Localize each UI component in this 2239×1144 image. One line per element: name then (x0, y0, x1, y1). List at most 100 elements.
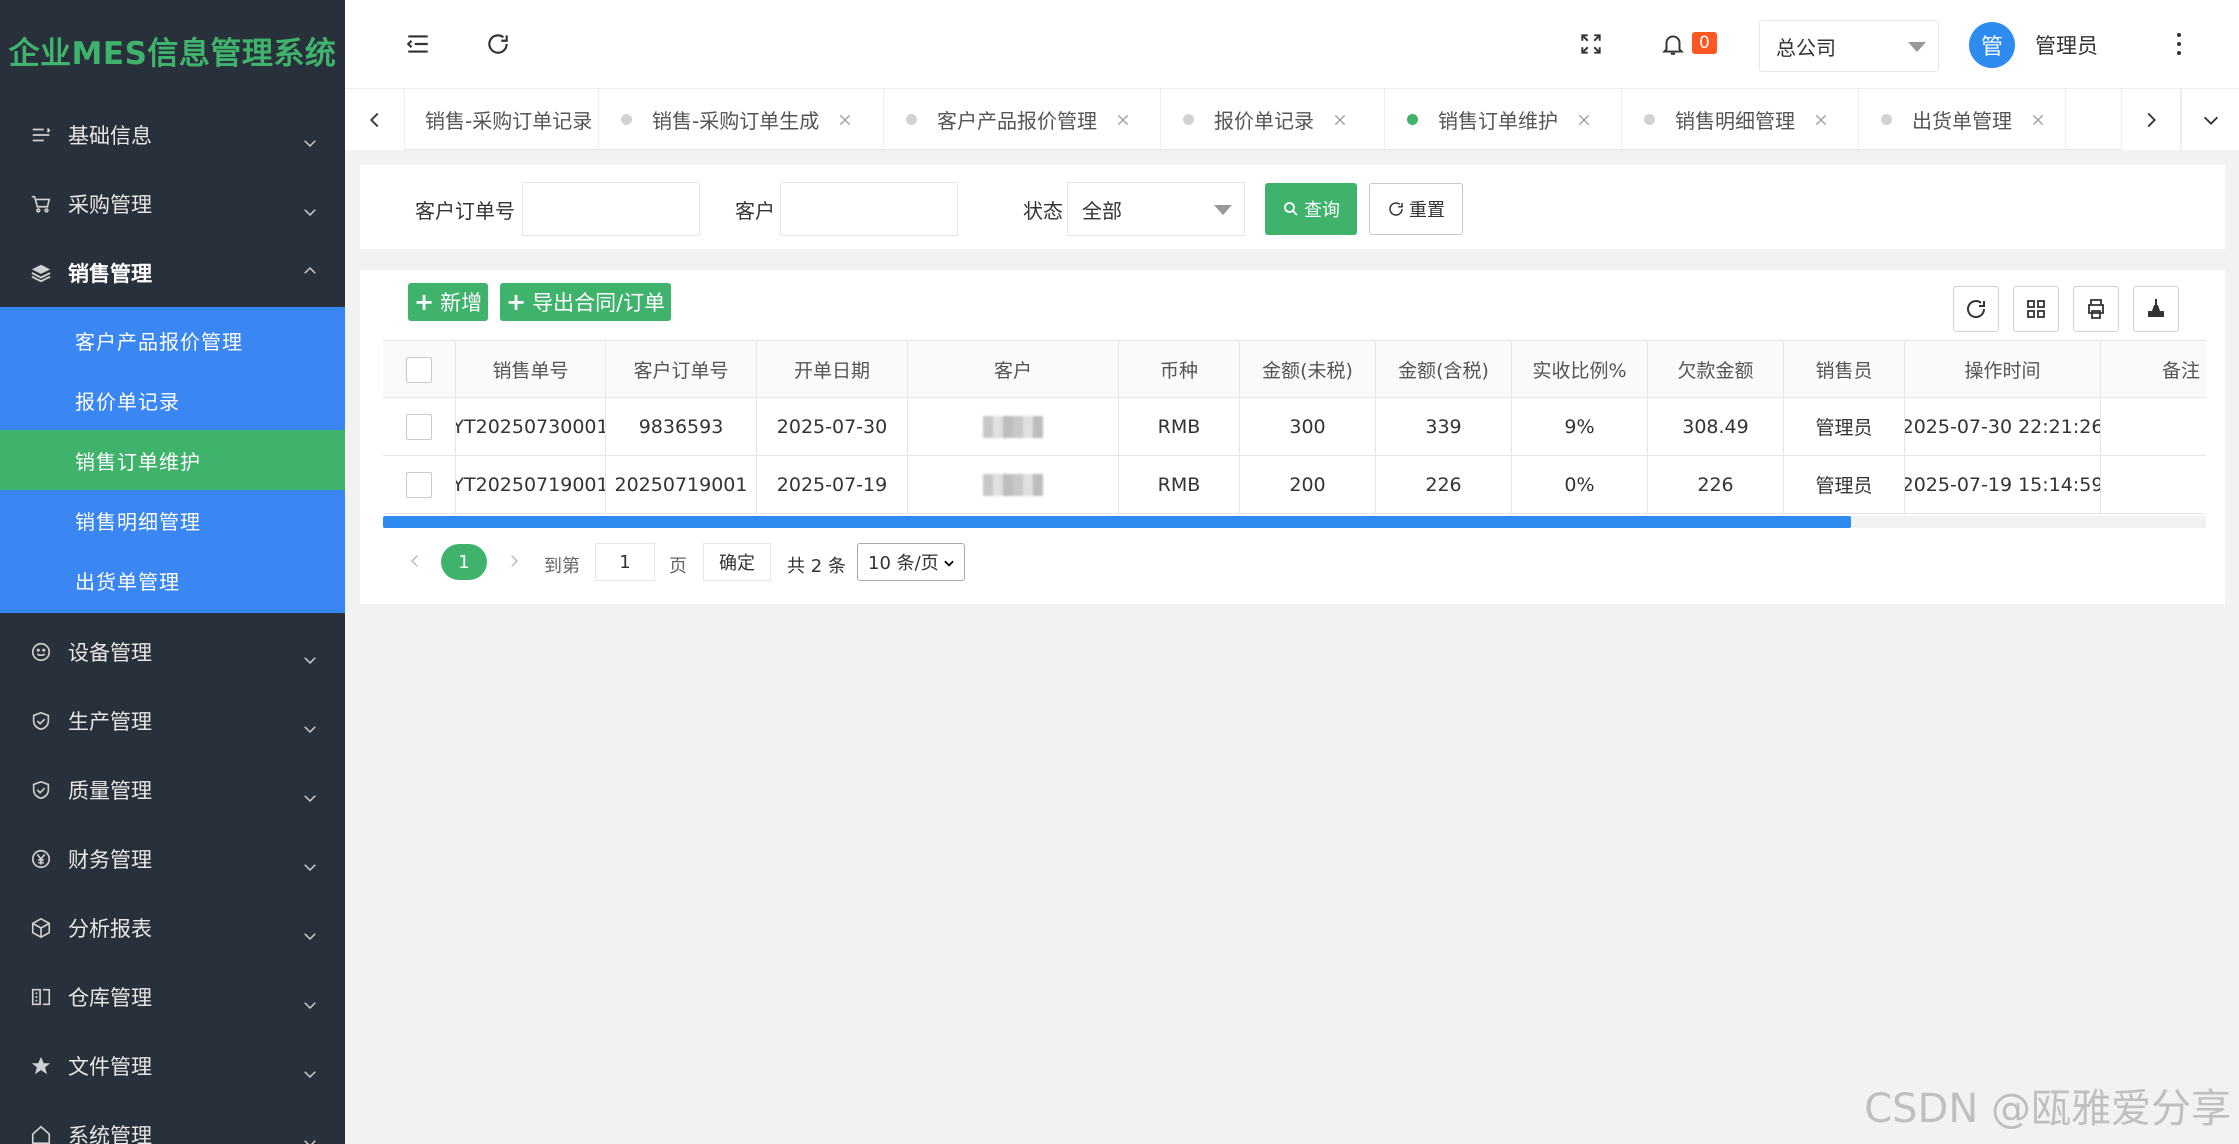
export-button[interactable] (2133, 286, 2179, 332)
column-header[interactable]: 备注 (2101, 341, 2206, 398)
table-header-row: 销售单号 客户订单号 开单日期 客户 币种 金额(未税) 金额(含税) 实收比例… (383, 340, 2206, 398)
column-header[interactable]: 客户 (908, 341, 1119, 398)
cell-amount-inc-tax: 226 (1376, 456, 1512, 513)
tab-sales-purchase-generate[interactable]: 销售-采购订单生成 (599, 89, 884, 150)
cell-amount-ex-tax: 200 (1240, 456, 1376, 513)
scrollbar-thumb[interactable] (383, 516, 1851, 528)
close-icon[interactable] (837, 112, 853, 128)
close-icon[interactable] (1332, 112, 1348, 128)
chevron-down-icon (304, 1002, 316, 1010)
shield-icon (30, 710, 52, 732)
refresh-page-button[interactable] (480, 26, 516, 62)
cell-customer (908, 398, 1119, 455)
sidebar-item-files[interactable]: 文件管理 (0, 1031, 345, 1100)
table-row[interactable]: YT20250730001 9836593 2025-07-30 RMB 300… (383, 398, 2206, 456)
submenu-item-quote-records[interactable]: 报价单记录 (0, 370, 345, 430)
close-icon[interactable] (1813, 112, 1829, 128)
sidebar-item-warehouse[interactable]: 仓库管理 (0, 962, 345, 1031)
cell-amount-ex-tax: 300 (1240, 398, 1376, 455)
goto-confirm-button[interactable]: 确定 (703, 543, 771, 581)
tab-sales-order[interactable]: 销售订单维护 (1385, 89, 1622, 150)
company-select[interactable]: 总公司 (1759, 20, 1939, 72)
submenu-item-sales-detail[interactable]: 销售明细管理 (0, 490, 345, 550)
sidebar-item-equipment[interactable]: 设备管理 (0, 617, 345, 686)
column-header[interactable]: 客户订单号 (606, 341, 757, 398)
sidebar-item-label: 质量管理 (68, 778, 152, 803)
sidebar: 企业MES信息管理系统 基础信息 采购管理 销售管理 客户产品报价管理 报价单记… (0, 0, 345, 1144)
customer-input[interactable] (780, 182, 958, 236)
tab-quote-management[interactable]: 客户产品报价管理 (884, 89, 1161, 150)
page-size-select[interactable]: 10 条/页 (857, 543, 965, 581)
column-header[interactable]: 开单日期 (757, 341, 908, 398)
notification-button[interactable] (1655, 26, 1691, 62)
column-header[interactable]: 销售单号 (456, 341, 606, 398)
chevron-right-icon (511, 555, 519, 567)
tab-sales-detail[interactable]: 销售明细管理 (1622, 89, 1859, 150)
close-icon[interactable] (1576, 112, 1592, 128)
row-checkbox[interactable] (406, 413, 432, 440)
column-header[interactable]: 欠款金额 (1648, 341, 1784, 398)
tab-scroll-right-button[interactable] (2121, 89, 2181, 150)
submenu-item-quote-management[interactable]: 客户产品报价管理 (0, 310, 345, 370)
column-header[interactable]: 金额(未税) (1240, 341, 1376, 398)
chevron-down-icon (304, 933, 316, 941)
tab-dot (906, 114, 917, 125)
tab-shipping[interactable]: 出货单管理 (1859, 89, 2066, 150)
column-header[interactable]: 销售员 (1784, 341, 1905, 398)
collapse-menu-button[interactable] (400, 26, 436, 62)
status-label: 状态 (1023, 199, 1063, 223)
add-button[interactable]: + 新增 (408, 283, 489, 321)
reset-button[interactable]: 重置 (1369, 183, 1463, 235)
more-dot (2177, 42, 2181, 46)
username[interactable]: 管理员 (2035, 30, 2098, 60)
select-all-checkbox[interactable] (406, 356, 432, 383)
sidebar-item-basic-info[interactable]: 基础信息 (0, 100, 345, 169)
table-refresh-button[interactable] (1953, 286, 1999, 332)
goto-page-input[interactable]: 1 (595, 543, 655, 581)
sidebar-item-finance[interactable]: 财务管理 (0, 824, 345, 893)
cell-debt: 226 (1648, 456, 1784, 513)
tab-scroll-left-button[interactable] (345, 89, 405, 150)
customer-order-input[interactable] (522, 182, 700, 236)
submenu-item-shipping[interactable]: 出货单管理 (0, 550, 345, 610)
sidebar-item-quality[interactable]: 质量管理 (0, 755, 345, 824)
close-icon[interactable] (2030, 112, 2046, 128)
yen-icon (30, 848, 52, 870)
tab-menu-dropdown-button[interactable] (2181, 89, 2239, 150)
column-header[interactable]: 金额(含税) (1376, 341, 1512, 398)
close-icon[interactable] (1115, 112, 1131, 128)
tab-sales-purchase-records[interactable]: 销售-采购订单记录 (405, 89, 599, 150)
column-header[interactable]: 实收比例% (1512, 341, 1648, 398)
horizontal-scrollbar[interactable] (383, 516, 2206, 528)
page-unit-label: 页 (669, 556, 687, 577)
export-contract-button[interactable]: + 导出合同/订单 (500, 283, 672, 321)
prev-page-button[interactable] (403, 542, 427, 580)
current-page-button[interactable]: 1 (441, 544, 487, 580)
cell-date: 2025-07-30 (757, 398, 908, 455)
avatar[interactable]: 管 (1969, 22, 2015, 68)
chevron-down-icon (304, 864, 316, 872)
app-logo-title: 企业MES信息管理系统 (8, 35, 337, 72)
sidebar-item-sales[interactable]: 销售管理 (0, 238, 345, 307)
status-select[interactable]: 全部 (1067, 182, 1245, 236)
query-button-label: 查询 (1304, 200, 1340, 221)
tab-quote-records[interactable]: 报价单记录 (1161, 89, 1385, 150)
column-header[interactable]: 操作时间 (1905, 341, 2101, 398)
sidebar-item-purchase[interactable]: 采购管理 (0, 169, 345, 238)
sidebar-item-production[interactable]: 生产管理 (0, 686, 345, 755)
print-button[interactable] (2073, 286, 2119, 332)
column-header[interactable]: 币种 (1119, 341, 1240, 398)
table-row[interactable]: YT20250719001 20250719001 2025-07-19 RMB… (383, 456, 2206, 514)
cell-amount-inc-tax: 339 (1376, 398, 1512, 455)
next-page-button[interactable] (502, 542, 526, 580)
column-filter-button[interactable] (2013, 286, 2059, 332)
more-menu-button[interactable] (2167, 28, 2191, 60)
sidebar-item-label: 财务管理 (68, 847, 152, 872)
row-checkbox[interactable] (406, 471, 432, 498)
sidebar-item-reports[interactable]: 分析报表 (0, 893, 345, 962)
submenu-item-sales-order[interactable]: 销售订单维护 (0, 430, 345, 490)
query-button[interactable]: 查询 (1265, 183, 1357, 235)
sidebar-item-system[interactable]: 系统管理 (0, 1100, 345, 1144)
fullscreen-button[interactable] (1573, 26, 1609, 62)
sidebar-item-label: 销售管理 (68, 261, 152, 286)
